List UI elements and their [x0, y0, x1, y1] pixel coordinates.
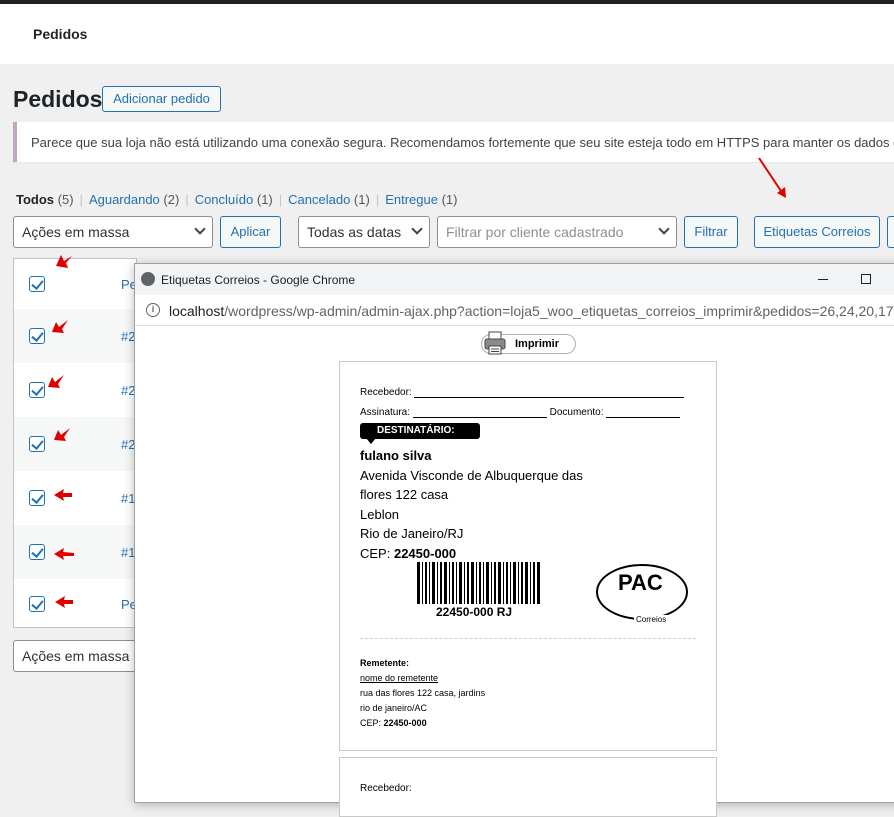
row-checkbox[interactable]: [29, 382, 45, 398]
status-link-delivered[interactable]: Entregue: [385, 192, 438, 207]
bulk-actions-select-bottom[interactable]: Ações em massa: [13, 640, 153, 672]
customer-filter-placeholder: Filtrar por cliente cadastrado: [446, 224, 624, 240]
row-checkbox[interactable]: [29, 436, 45, 452]
customer-filter-select[interactable]: Filtrar por cliente cadastrado: [437, 216, 677, 248]
info-icon[interactable]: i: [146, 303, 160, 317]
sender-name: nome do remetente: [360, 673, 439, 683]
address-line: Avenida Visconde de Albuquerque das: [360, 468, 583, 483]
assinatura-field: Assinatura: Documento:: [360, 407, 681, 418]
print-button[interactable]: Imprimir: [481, 331, 576, 355]
popup-title: Etiquetas Correios - Google Chrome: [161, 273, 356, 287]
date-filter-value: Todas as datas: [307, 224, 402, 240]
bulk-actions-value: Ações em massa: [22, 224, 130, 240]
row-checkbox[interactable]: [29, 328, 45, 344]
recebedor-field: Recebedor:: [360, 387, 685, 398]
table-row: #2: [14, 309, 136, 363]
orders-table: Pe #2 #2 #2 #1 #1 Pe: [13, 258, 137, 628]
correios-logo-text: Correios: [634, 615, 669, 624]
print-label: Imprimir: [515, 338, 560, 350]
bulk-actions-bottom-value: Ações em massa: [22, 648, 130, 664]
documento-label: Documento:: [549, 407, 604, 418]
annotation-arrow-icon: [52, 320, 68, 333]
address-line: flores 122 casa: [360, 487, 449, 502]
status-count: (1): [441, 192, 458, 207]
chrome-popup-window: Etiquetas Correios - Google Chrome i loc…: [134, 263, 894, 817]
popup-url[interactable]: localhost/wordpress/wp-admin/admin-ajax.…: [169, 303, 894, 319]
annotation-arrow-icon: [54, 428, 70, 441]
label-divider: [360, 638, 696, 639]
shipping-label: Recebedor: Assinatura: Documento: DESTIN…: [339, 361, 717, 751]
barcode-icon: [417, 562, 540, 604]
row-checkbox[interactable]: [29, 490, 45, 506]
remetente-label: Remetente:: [360, 658, 410, 668]
bulk-actions-select[interactable]: Ações em massa: [13, 216, 213, 248]
destinatario-badge: DESTINATÁRIO:: [360, 423, 480, 444]
status-link-pending[interactable]: Aguardando: [89, 192, 160, 207]
page-header: Pedidos: [0, 4, 894, 64]
status-count: (5): [57, 192, 74, 207]
status-count: (2): [163, 192, 180, 207]
recebedor-field: Recebedor:: [360, 783, 412, 794]
address-line: Leblon: [360, 507, 400, 522]
status-count: (1): [256, 192, 273, 207]
pac-logo: PAC Correios: [596, 564, 688, 624]
recipient-cep: CEP: 22450-000: [360, 546, 457, 561]
more-button[interactable]: [887, 216, 894, 248]
row-checkbox[interactable]: [29, 544, 45, 560]
status-filter-links: Todos (5) | Aguardando (2) | Concluído (1) | C…: [16, 192, 458, 207]
annotation-arrow-icon: [56, 255, 72, 268]
status-link-completed[interactable]: Concluído: [195, 192, 254, 207]
page-title: Pedidos: [13, 86, 103, 112]
row-checkbox[interactable]: [29, 596, 45, 612]
minimize-icon[interactable]: [818, 279, 828, 280]
date-filter-select[interactable]: Todas as datas: [298, 216, 430, 248]
chevron-down-icon: [411, 223, 423, 235]
apply-button[interactable]: Aplicar: [220, 216, 281, 248]
address-line: Rio de Janeiro/RJ: [360, 526, 464, 541]
sender-street: rua das flores 122 casa, jardins: [360, 688, 486, 698]
add-order-button[interactable]: Adicionar pedido: [102, 86, 221, 112]
maximize-icon[interactable]: [861, 274, 871, 284]
chevron-down-icon: [194, 223, 206, 235]
popup-titlebar: Etiquetas Correios - Google Chrome: [135, 264, 894, 295]
sender-cep: CEP: 22450-000: [360, 718, 427, 728]
header-title: Pedidos: [33, 26, 88, 42]
annotation-arrow-icon: [758, 157, 786, 198]
status-count: (1): [353, 192, 370, 207]
status-link-cancelled[interactable]: Cancelado: [288, 192, 350, 207]
recipient-name: fulano silva: [360, 448, 432, 463]
table-row: #2: [14, 363, 136, 417]
notice-text: Parece que sua loja não está utilizando …: [31, 135, 894, 150]
annotation-arrow-icon: [54, 489, 72, 501]
sender-city: rio de janeiro/AC: [360, 703, 428, 713]
barcode-text: 22450-000 RJ: [436, 605, 513, 619]
shipping-label-2: Recebedor:: [339, 757, 717, 817]
chevron-down-icon: [658, 223, 670, 235]
annotation-arrow-icon: [55, 596, 73, 608]
select-all-checkbox[interactable]: [29, 276, 45, 292]
status-link-all[interactable]: Todos: [16, 192, 54, 207]
globe-icon: [141, 272, 155, 286]
annotation-arrow-icon: [48, 375, 64, 388]
address-bar[interactable]: i localhost/wordpress/wp-admin/admin-aja…: [135, 295, 894, 326]
table-row: #2: [14, 417, 136, 471]
printer-icon: [484, 331, 506, 355]
pac-text: PAC: [618, 570, 663, 595]
etiquetas-correios-button[interactable]: Etiquetas Correios: [754, 216, 880, 248]
filter-button[interactable]: Filtrar: [684, 216, 738, 248]
annotation-arrow-icon: [54, 548, 74, 560]
